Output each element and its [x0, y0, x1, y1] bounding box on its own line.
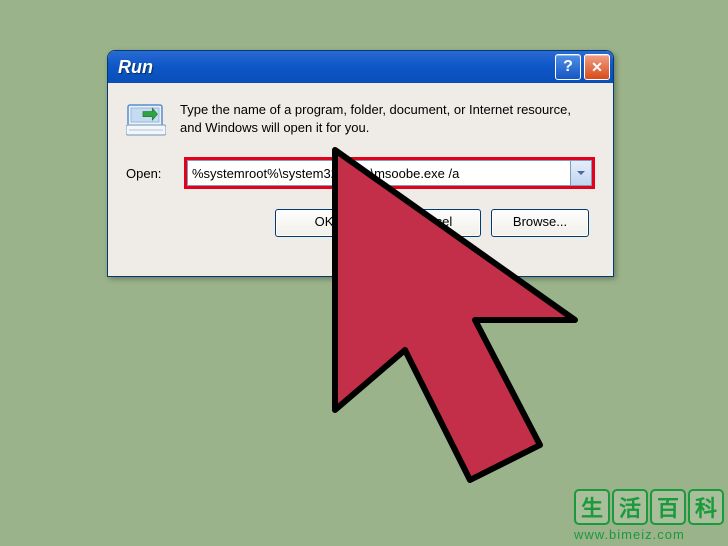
- run-program-icon: [126, 101, 166, 137]
- watermark-logo: 生 活 百 科: [574, 489, 724, 525]
- watermark-char: 生: [574, 489, 610, 525]
- watermark: 生 活 百 科 www.bimeiz.com: [574, 489, 724, 542]
- help-icon: ?: [563, 58, 573, 76]
- watermark-char: 活: [612, 489, 648, 525]
- run-description: Type the name of a program, folder, docu…: [180, 101, 595, 136]
- chevron-down-icon: [577, 169, 585, 177]
- open-combobox[interactable]: [184, 157, 595, 189]
- ok-button[interactable]: OK: [275, 209, 373, 237]
- top-row: Type the name of a program, folder, docu…: [126, 101, 595, 137]
- watermark-char: 百: [650, 489, 686, 525]
- cancel-button[interactable]: Cancel: [383, 209, 481, 237]
- window-title: Run: [118, 57, 552, 78]
- open-input[interactable]: [187, 160, 570, 186]
- close-icon: ✕: [591, 59, 603, 76]
- browse-button[interactable]: Browse...: [491, 209, 589, 237]
- open-dropdown-button[interactable]: [570, 160, 592, 186]
- open-label: Open:: [126, 166, 174, 181]
- watermark-char: 科: [688, 489, 724, 525]
- help-button[interactable]: ?: [555, 54, 581, 80]
- close-button[interactable]: ✕: [584, 54, 610, 80]
- dialog-body: Type the name of a program, folder, docu…: [108, 83, 613, 249]
- run-dialog: Run ? ✕ Type the name of a program, fold…: [107, 50, 614, 277]
- watermark-url: www.bimeiz.com: [574, 527, 724, 542]
- button-row: OK Cancel Browse...: [126, 209, 595, 237]
- open-row: Open:: [126, 157, 595, 189]
- titlebar[interactable]: Run ? ✕: [108, 51, 613, 83]
